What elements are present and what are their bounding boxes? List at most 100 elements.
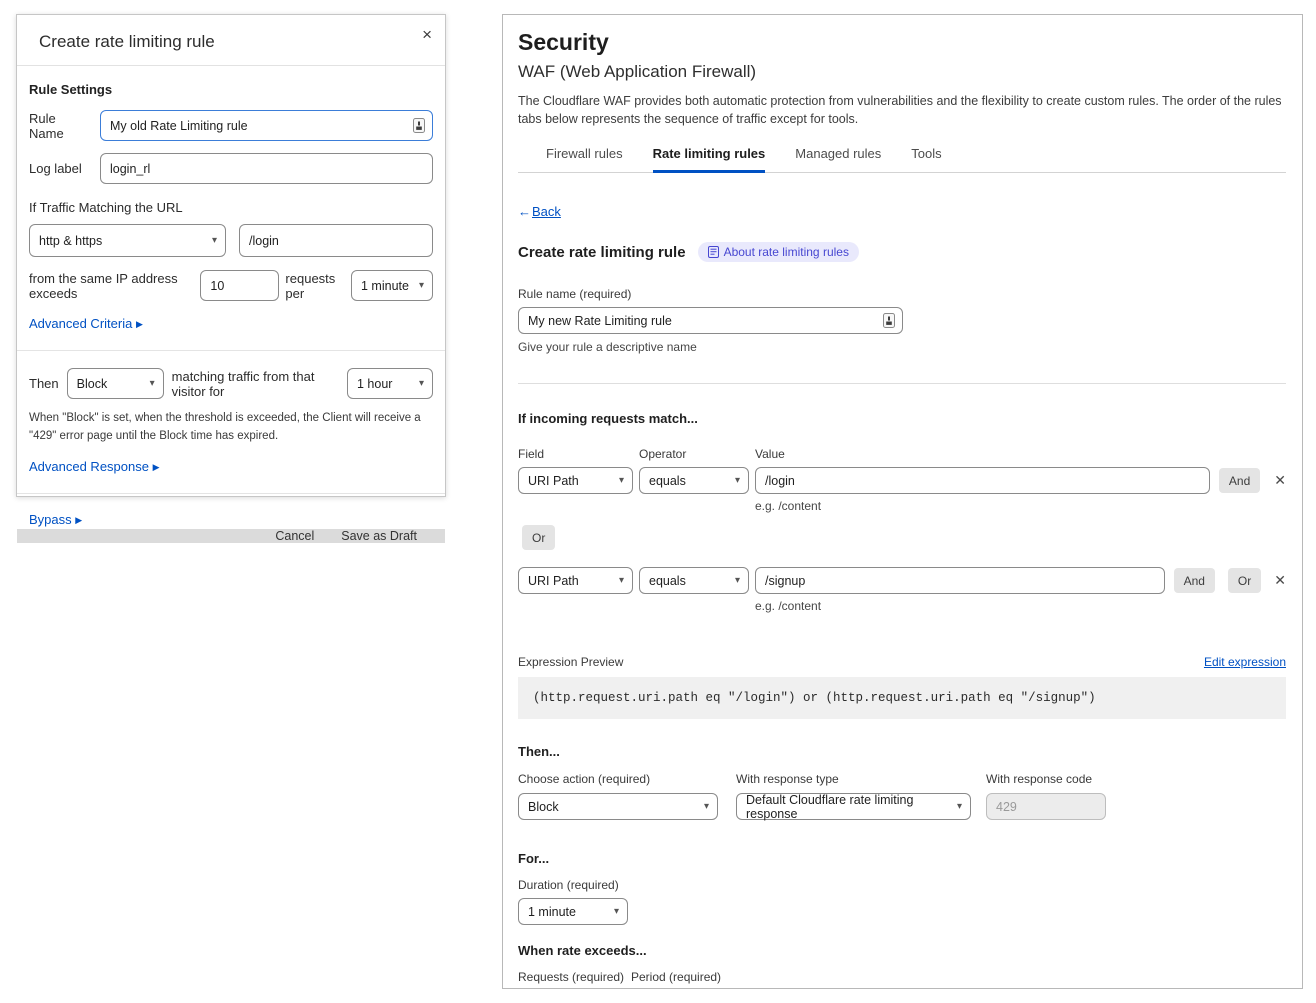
duration-select-value: 1 minute: [528, 905, 576, 919]
action-select-value: Block: [528, 800, 559, 814]
action-select[interactable]: Block ▾: [67, 368, 164, 399]
rule-name-row: Rule Name: [29, 110, 433, 141]
block-duration-value: 1 hour: [357, 377, 392, 391]
or-button[interactable]: Or: [522, 525, 555, 550]
rule-settings-heading: Rule Settings: [29, 82, 433, 97]
bypass-link[interactable]: Bypass ▶: [29, 512, 82, 527]
then-row: Then Block ▾ matching traffic from that …: [29, 368, 433, 399]
value-hint: e.g. /content: [755, 499, 1286, 513]
chevron-down-icon: ▾: [150, 378, 155, 389]
field-select-value: URI Path: [528, 474, 579, 488]
dialog-footer: Cancel Save as Draft: [17, 529, 445, 543]
threshold-middle: requests per: [285, 271, 345, 301]
section-divider: [518, 383, 1286, 384]
back-label: Back: [532, 204, 561, 219]
response-type-value: Default Cloudflare rate limiting respons…: [746, 793, 951, 821]
field-select[interactable]: URI Path ▾: [518, 567, 633, 594]
for-heading: For...: [518, 851, 1286, 866]
rule-name-hint: Give your rule a descriptive name: [518, 340, 1286, 354]
legacy-rate-limit-dialog: Create rate limiting rule × Rule Setting…: [16, 14, 446, 497]
operator-select-value: equals: [649, 474, 686, 488]
value-input[interactable]: [755, 567, 1165, 594]
chevron-down-icon: ▾: [212, 235, 217, 246]
bypass-label: Bypass: [29, 512, 72, 527]
chevron-down-icon: ▾: [419, 378, 424, 389]
autofill-icon: [883, 313, 895, 333]
tab-firewall-rules[interactable]: Firewall rules: [546, 146, 623, 173]
chevron-down-icon: ▾: [619, 475, 624, 486]
close-icon[interactable]: ×: [422, 25, 432, 45]
edit-expression-link[interactable]: Edit expression: [1204, 655, 1286, 669]
dialog-body: Rule Settings Rule Name Log label If Tra…: [17, 66, 445, 529]
cancel-button[interactable]: Cancel: [275, 529, 314, 543]
dialog-title: Create rate limiting rule: [39, 32, 215, 51]
rule-name-input[interactable]: [518, 307, 903, 334]
condition-row: URI Path ▾ equals ▾ And Or ✕: [518, 567, 1286, 594]
back-arrow-icon: ←: [518, 204, 531, 219]
response-type-select[interactable]: Default Cloudflare rate limiting respons…: [736, 793, 971, 820]
docs-icon: [708, 246, 719, 258]
block-duration-select[interactable]: 1 hour ▾: [347, 368, 433, 399]
tab-rate-limiting-rules[interactable]: Rate limiting rules: [653, 146, 766, 173]
rule-name-label: Rule Name: [29, 111, 90, 141]
value-column-label: Value: [755, 447, 785, 461]
tab-tools[interactable]: Tools: [911, 146, 941, 173]
waf-tabs: Firewall rules Rate limiting rules Manag…: [518, 146, 1286, 173]
value-input[interactable]: [755, 467, 1210, 494]
dialog-header: Create rate limiting rule ×: [17, 15, 445, 65]
log-label-row: Log label: [29, 153, 433, 184]
threshold-input[interactable]: [200, 270, 279, 301]
requests-label: Requests (required): [518, 970, 631, 984]
action-select[interactable]: Block ▾: [518, 793, 718, 820]
scheme-select-value: http & https: [39, 234, 102, 248]
and-button[interactable]: And: [1219, 468, 1260, 493]
operator-column-label: Operator: [639, 447, 755, 461]
remove-condition-icon[interactable]: ✕: [1274, 572, 1286, 589]
choose-action-label: Choose action (required): [518, 772, 718, 786]
and-button[interactable]: And: [1174, 568, 1215, 593]
advanced-criteria-link[interactable]: Advanced Criteria ▶: [29, 316, 143, 331]
url-input[interactable]: [239, 224, 433, 257]
page-subtitle: WAF (Web Application Firewall): [518, 62, 1286, 82]
advanced-response-link[interactable]: Advanced Response ▶: [29, 459, 160, 474]
page-background: Create rate limiting rule × Rule Setting…: [0, 0, 1316, 1003]
traffic-match-label: If Traffic Matching the URL: [29, 200, 433, 215]
period-select[interactable]: 1 minute ▾: [351, 270, 433, 301]
threshold-row: from the same IP address exceeds request…: [29, 270, 433, 301]
chevron-down-icon: ▾: [957, 801, 962, 812]
rule-name-input[interactable]: [100, 110, 433, 141]
section-divider: [17, 493, 445, 494]
period-select-value: 1 minute: [361, 279, 409, 293]
block-note: When "Block" is set, when the threshold …: [29, 410, 433, 446]
field-select[interactable]: URI Path ▾: [518, 467, 633, 494]
action-select-value: Block: [77, 377, 108, 391]
tab-managed-rules[interactable]: Managed rules: [795, 146, 881, 173]
condition-row: URI Path ▾ equals ▾ And ✕: [518, 467, 1286, 494]
save-as-draft-button[interactable]: Save as Draft: [341, 529, 417, 543]
chevron-down-icon: ▾: [419, 280, 424, 291]
log-label-label: Log label: [29, 161, 90, 176]
chevron-down-icon: ▾: [704, 801, 709, 812]
operator-select[interactable]: equals ▾: [639, 467, 749, 494]
url-match-row: http & https ▾: [29, 224, 433, 257]
advanced-response-label: Advanced Response: [29, 459, 149, 474]
expression-code: (http.request.uri.path eq "/login") or (…: [518, 677, 1286, 719]
operator-select[interactable]: equals ▾: [639, 567, 749, 594]
page-description: The Cloudflare WAF provides both automat…: [518, 92, 1286, 128]
about-rate-limiting-badge[interactable]: About rate limiting rules: [698, 242, 859, 262]
threshold-prefix: from the same IP address exceeds: [29, 271, 194, 301]
rule-name-label: Rule name (required): [518, 287, 1286, 301]
chevron-down-icon: ▾: [619, 575, 624, 586]
or-button[interactable]: Or: [1228, 568, 1261, 593]
chevron-down-icon: ▾: [614, 906, 619, 917]
duration-select[interactable]: 1 minute ▾: [518, 898, 628, 925]
back-link[interactable]: ←Back: [518, 204, 561, 219]
rate-heading: When rate exceeds...: [518, 943, 1286, 958]
log-label-input[interactable]: [100, 153, 433, 184]
scheme-select[interactable]: http & https ▾: [29, 224, 226, 257]
section-divider: [17, 350, 445, 351]
triangle-right-icon: ▶: [75, 515, 82, 525]
field-select-value: URI Path: [528, 574, 579, 588]
expression-preview-row: Expression Preview Edit expression: [518, 655, 1286, 669]
remove-condition-icon[interactable]: ✕: [1274, 472, 1286, 489]
